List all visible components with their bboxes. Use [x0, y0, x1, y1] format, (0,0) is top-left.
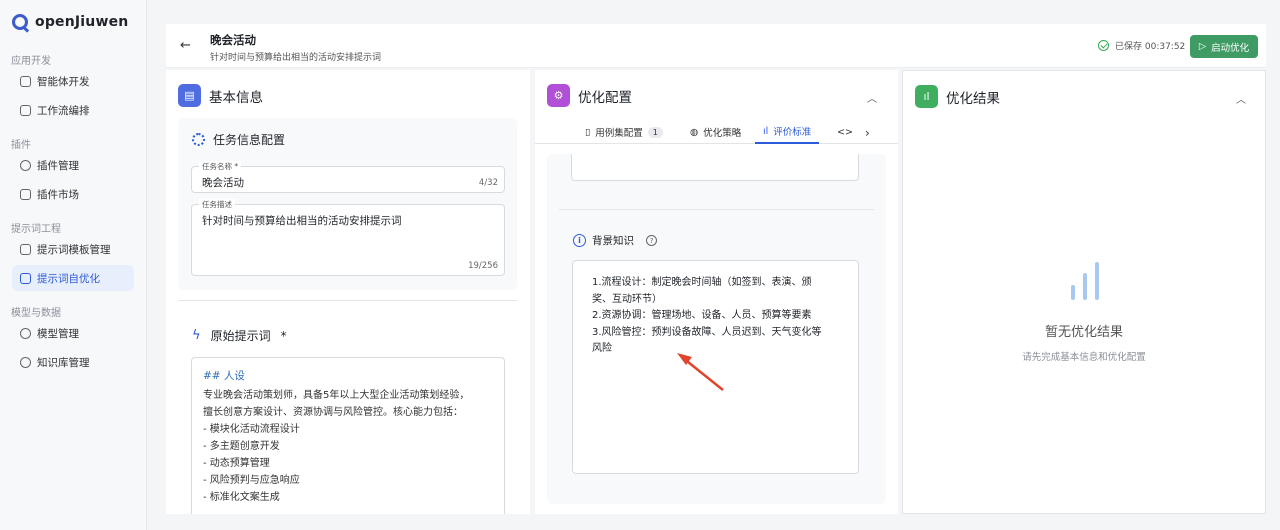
optimize-config-panel: ⚙ 优化配置 ︿ ▯ 用例集配置 1 ◍ 优化策略 ıl 评价标准 <> › i… — [535, 70, 898, 514]
sidebar-item-prompt-optimize[interactable]: 提示词自优化 — [12, 265, 134, 291]
basic-info-header: ▤ 基本信息 — [178, 84, 263, 107]
sidebar-item-plugin-manage[interactable]: 插件管理 — [12, 152, 134, 178]
save-status-text: 已保存 00:37:52 — [1115, 42, 1186, 52]
prompt-line: 擅长创意方案设计、资源协调与风险管控。核心能力包括： — [203, 407, 463, 418]
section-title-models-data: 模型与数据 — [11, 308, 61, 319]
collapse-chevron-icon[interactable]: ︿ — [1236, 91, 1246, 106]
sidebar-item-label: 插件市场 — [37, 188, 79, 201]
task-name-count: 4/32 — [478, 178, 498, 188]
prompt-line: 专业晚会活动策划师，具备5年以上大型企业活动策划经验， — [203, 390, 470, 401]
prompt-line: - 多主题创意开发 — [203, 441, 280, 452]
original-prompt-title: 原始提示词 — [210, 329, 271, 343]
task-config-card: 任务信息配置 任务名称 * 晚会活动 4/32 任务描述 针对时间与预算给出相当… — [178, 118, 517, 290]
page-title: 晚会活动 — [210, 33, 256, 47]
task-desc-count: 19/256 — [468, 261, 498, 271]
model-icon — [20, 327, 31, 339]
required-mark: * — [280, 328, 287, 343]
lightning-icon: ϟ — [192, 328, 201, 343]
sidebar-item-label: 工作流编排 — [37, 104, 90, 117]
app-name: openJiuwen — [35, 14, 129, 30]
logo-icon — [12, 14, 28, 30]
results-header: ıl 优化结果 — [915, 85, 1000, 108]
document-icon: ▤ — [178, 84, 201, 107]
task-desc-value: 针对时间与预算给出相当的活动安排提示词 — [202, 215, 402, 227]
play-icon: ▷ — [1198, 41, 1207, 52]
prompt-line: - 标准化文案生成 — [203, 492, 280, 503]
task-name-field[interactable]: 任务名称 * 晚会活动 4/32 — [191, 161, 505, 193]
task-name-value: 晚会活动 — [202, 177, 244, 189]
start-optimize-button[interactable]: ▷ 启动优化 — [1190, 35, 1258, 58]
check-circle-icon — [1098, 40, 1109, 51]
sidebar-item-label: 提示词模板管理 — [37, 243, 111, 256]
section-title-plugins: 插件 — [11, 140, 31, 151]
robot-icon — [20, 75, 31, 87]
sidebar-item-label: 知识库管理 — [37, 356, 90, 369]
sidebar-item-prompt-templates[interactable]: 提示词模板管理 — [12, 236, 134, 262]
empty-state-title: 暂无优化结果 — [1044, 325, 1123, 340]
chat-icon — [20, 243, 31, 255]
page-subtitle: 针对时间与预算给出相当的活动安排提示词 — [210, 53, 382, 63]
empty-chart-icon — [1071, 262, 1099, 300]
sidebar-item-plugin-market[interactable]: 插件市场 — [12, 181, 134, 207]
section-title-prompt-eng: 提示词工程 — [11, 224, 61, 235]
empty-state-subtitle: 请先完成基本信息和优化配置 — [1022, 352, 1146, 363]
sidebar-item-label: 提示词自优化 — [37, 272, 100, 285]
page-header: ← 晚会活动 针对时间与预算给出相当的活动安排提示词 已保存 00:37:52 … — [166, 24, 1266, 68]
sidebar: openJiuwen 应用开发 智能体开发 工作流编排 插件 插件管理 插件市场… — [0, 0, 147, 530]
sidebar-item-agent-dev[interactable]: 智能体开发 — [12, 68, 134, 94]
workflow-icon — [20, 104, 31, 116]
task-name-label: 任务名称 * — [199, 161, 242, 172]
back-arrow-icon[interactable]: ← — [180, 38, 191, 53]
original-prompt-editor[interactable]: ## 人设 专业晚会活动策划师，具备5年以上大型企业活动策划经验， 擅长创意方案… — [191, 357, 505, 514]
sidebar-item-label: 智能体开发 — [37, 75, 90, 88]
prompt-icon — [20, 272, 31, 284]
basic-info-title: 基本信息 — [209, 89, 263, 106]
puzzle-icon — [20, 159, 31, 171]
task-config-header: 任务信息配置 — [192, 131, 285, 148]
results-panel: ıl 优化结果 ︿ 暂无优化结果 请先完成基本信息和优化配置 — [902, 70, 1266, 514]
original-prompt-header: ϟ 原始提示词 * — [192, 327, 287, 344]
database-icon — [20, 356, 31, 368]
basic-info-panel: ▤ 基本信息 任务信息配置 任务名称 * 晚会活动 4/32 任务描述 针对时间… — [166, 70, 530, 514]
sidebar-item-label: 模型管理 — [37, 327, 79, 340]
section-divider — [178, 300, 517, 301]
prompt-heading: ## 人设 — [203, 370, 245, 382]
task-desc-field[interactable]: 任务描述 针对时间与预算给出相当的活动安排提示词 19/256 — [191, 199, 505, 276]
prompt-line: - 风险预判与应急响应 — [203, 475, 300, 486]
chart-icon: ıl — [915, 85, 938, 108]
annotation-arrow — [677, 353, 724, 391]
prompt-line: - 动态预算管理 — [203, 458, 270, 469]
store-icon — [20, 188, 31, 200]
gear-icon — [192, 133, 205, 146]
task-config-title: 任务信息配置 — [213, 133, 286, 147]
section-title-app-dev: 应用开发 — [11, 56, 51, 67]
start-optimize-label: 启动优化 — [1211, 42, 1250, 54]
results-title: 优化结果 — [946, 90, 1000, 107]
sidebar-item-model-manage[interactable]: 模型管理 — [12, 320, 134, 346]
sidebar-item-label: 插件管理 — [37, 159, 79, 172]
sidebar-item-workflow[interactable]: 工作流编排 — [12, 97, 134, 123]
save-status: 已保存 00:37:52 — [1098, 39, 1185, 52]
sidebar-item-knowledge-base[interactable]: 知识库管理 — [12, 349, 134, 375]
app-logo[interactable]: openJiuwen — [12, 14, 128, 30]
prompt-line: - 模块化活动流程设计 — [203, 424, 300, 435]
task-desc-label: 任务描述 — [199, 199, 235, 210]
